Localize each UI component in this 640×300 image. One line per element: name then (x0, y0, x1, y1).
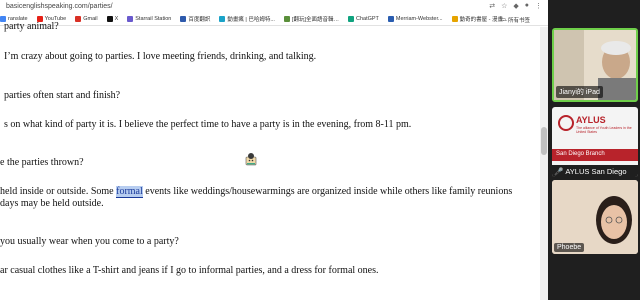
merriam-webster-icon (387, 16, 394, 22)
participant-name-strip: 🎤 AYLUS San Diego (552, 165, 638, 177)
bookmark-starrail[interactable]: Starrail Station (127, 16, 171, 22)
branch-banner: San Diego Branch (552, 149, 638, 161)
scrollbar-thumb[interactable] (541, 127, 547, 155)
all-bookmarks[interactable]: ▭ 所有书签 (501, 16, 530, 24)
article-line: held inside or outside. Some formal even… (0, 186, 513, 198)
article-content: party animal? I’m crazy about going to p… (0, 21, 540, 300)
article-line: days may be held outside. (0, 198, 104, 209)
baidu-icon (180, 16, 187, 22)
video-participants-panel: Jianyi的 iPad AYLUS The alliance of Youth… (548, 0, 640, 300)
article-line: you usually wear when you come to a part… (0, 236, 179, 247)
aylus-logo-icon (558, 115, 574, 131)
highlighted-word[interactable]: formal (116, 186, 143, 198)
article-line: parties often start and finish? (4, 90, 121, 101)
article-line: e the parties thrown? (0, 157, 84, 168)
participant-tile-jianyi[interactable]: Jianyi的 iPad (552, 28, 638, 102)
article-line: s on what kind of party it is. I believe… (4, 119, 412, 130)
article-line: I’m crazy about going to parties. I love… (4, 51, 317, 62)
starrail-icon (127, 16, 134, 22)
bookmark-bahamut[interactable]: 動畫瘋 | 巴哈姆特... (219, 15, 275, 23)
menu-icon[interactable]: ⋮ (535, 2, 542, 10)
url-text[interactable]: basicenglishspeaking.com/parties/ (6, 3, 113, 10)
gmail-icon (75, 16, 82, 22)
x-icon (106, 16, 113, 22)
bookmark-merriam-webster[interactable]: Merriam-Webster... (387, 16, 443, 22)
bookmark-gmail[interactable]: Gmail (75, 16, 98, 22)
bookmark-manga[interactable]: 動奇的書屋 - 漫畫... (451, 15, 508, 23)
participant-tile-aylus[interactable]: AYLUS The alliance of Youth Leaders in t… (552, 107, 638, 177)
mic-muted-icon: 🎤 (554, 167, 564, 176)
bookmark-baidu[interactable]: 百度翻訳 (180, 15, 210, 23)
bookmark-fanwan[interactable]: [翻玩]全面語音輯… (283, 15, 339, 23)
fanwan-icon (283, 16, 290, 22)
bookmark-x[interactable]: X (106, 16, 118, 22)
address-bar[interactable]: basicenglishspeaking.com/parties/ ⇄ ☆ ◆ … (0, 0, 548, 13)
address-bar-icons: ⇄ ☆ ◆ ● ⋮ (489, 2, 542, 10)
bookmark-chatgpt[interactable]: ChatGPT (347, 16, 379, 22)
manga-icon (451, 16, 458, 22)
folder-icon: ▭ (500, 17, 506, 23)
page-scrollbar[interactable] (540, 27, 548, 300)
dictionary-mascot-icon[interactable] (244, 152, 258, 166)
article-line: party animal? (4, 21, 59, 32)
translate-icon[interactable]: ⇄ (489, 2, 495, 10)
chatgpt-icon (347, 16, 354, 22)
profile-icon[interactable]: ● (525, 2, 529, 10)
article-line: ar casual clothes like a T-shirt and jea… (0, 265, 379, 276)
participant-tile-phoebe[interactable]: Phoebe (552, 180, 638, 254)
bookmarks-bar: ranslate YouTube Gmail X Starrail Statio… (0, 13, 548, 26)
extension-icon[interactable]: ◆ (513, 2, 518, 10)
participant-name: Jianyi的 iPad (556, 86, 603, 98)
browser-window: basicenglishspeaking.com/parties/ ⇄ ☆ ◆ … (0, 0, 548, 300)
bahamut-icon (219, 16, 226, 22)
participant-name: Phoebe (554, 243, 585, 252)
star-icon[interactable]: ☆ (501, 2, 507, 10)
